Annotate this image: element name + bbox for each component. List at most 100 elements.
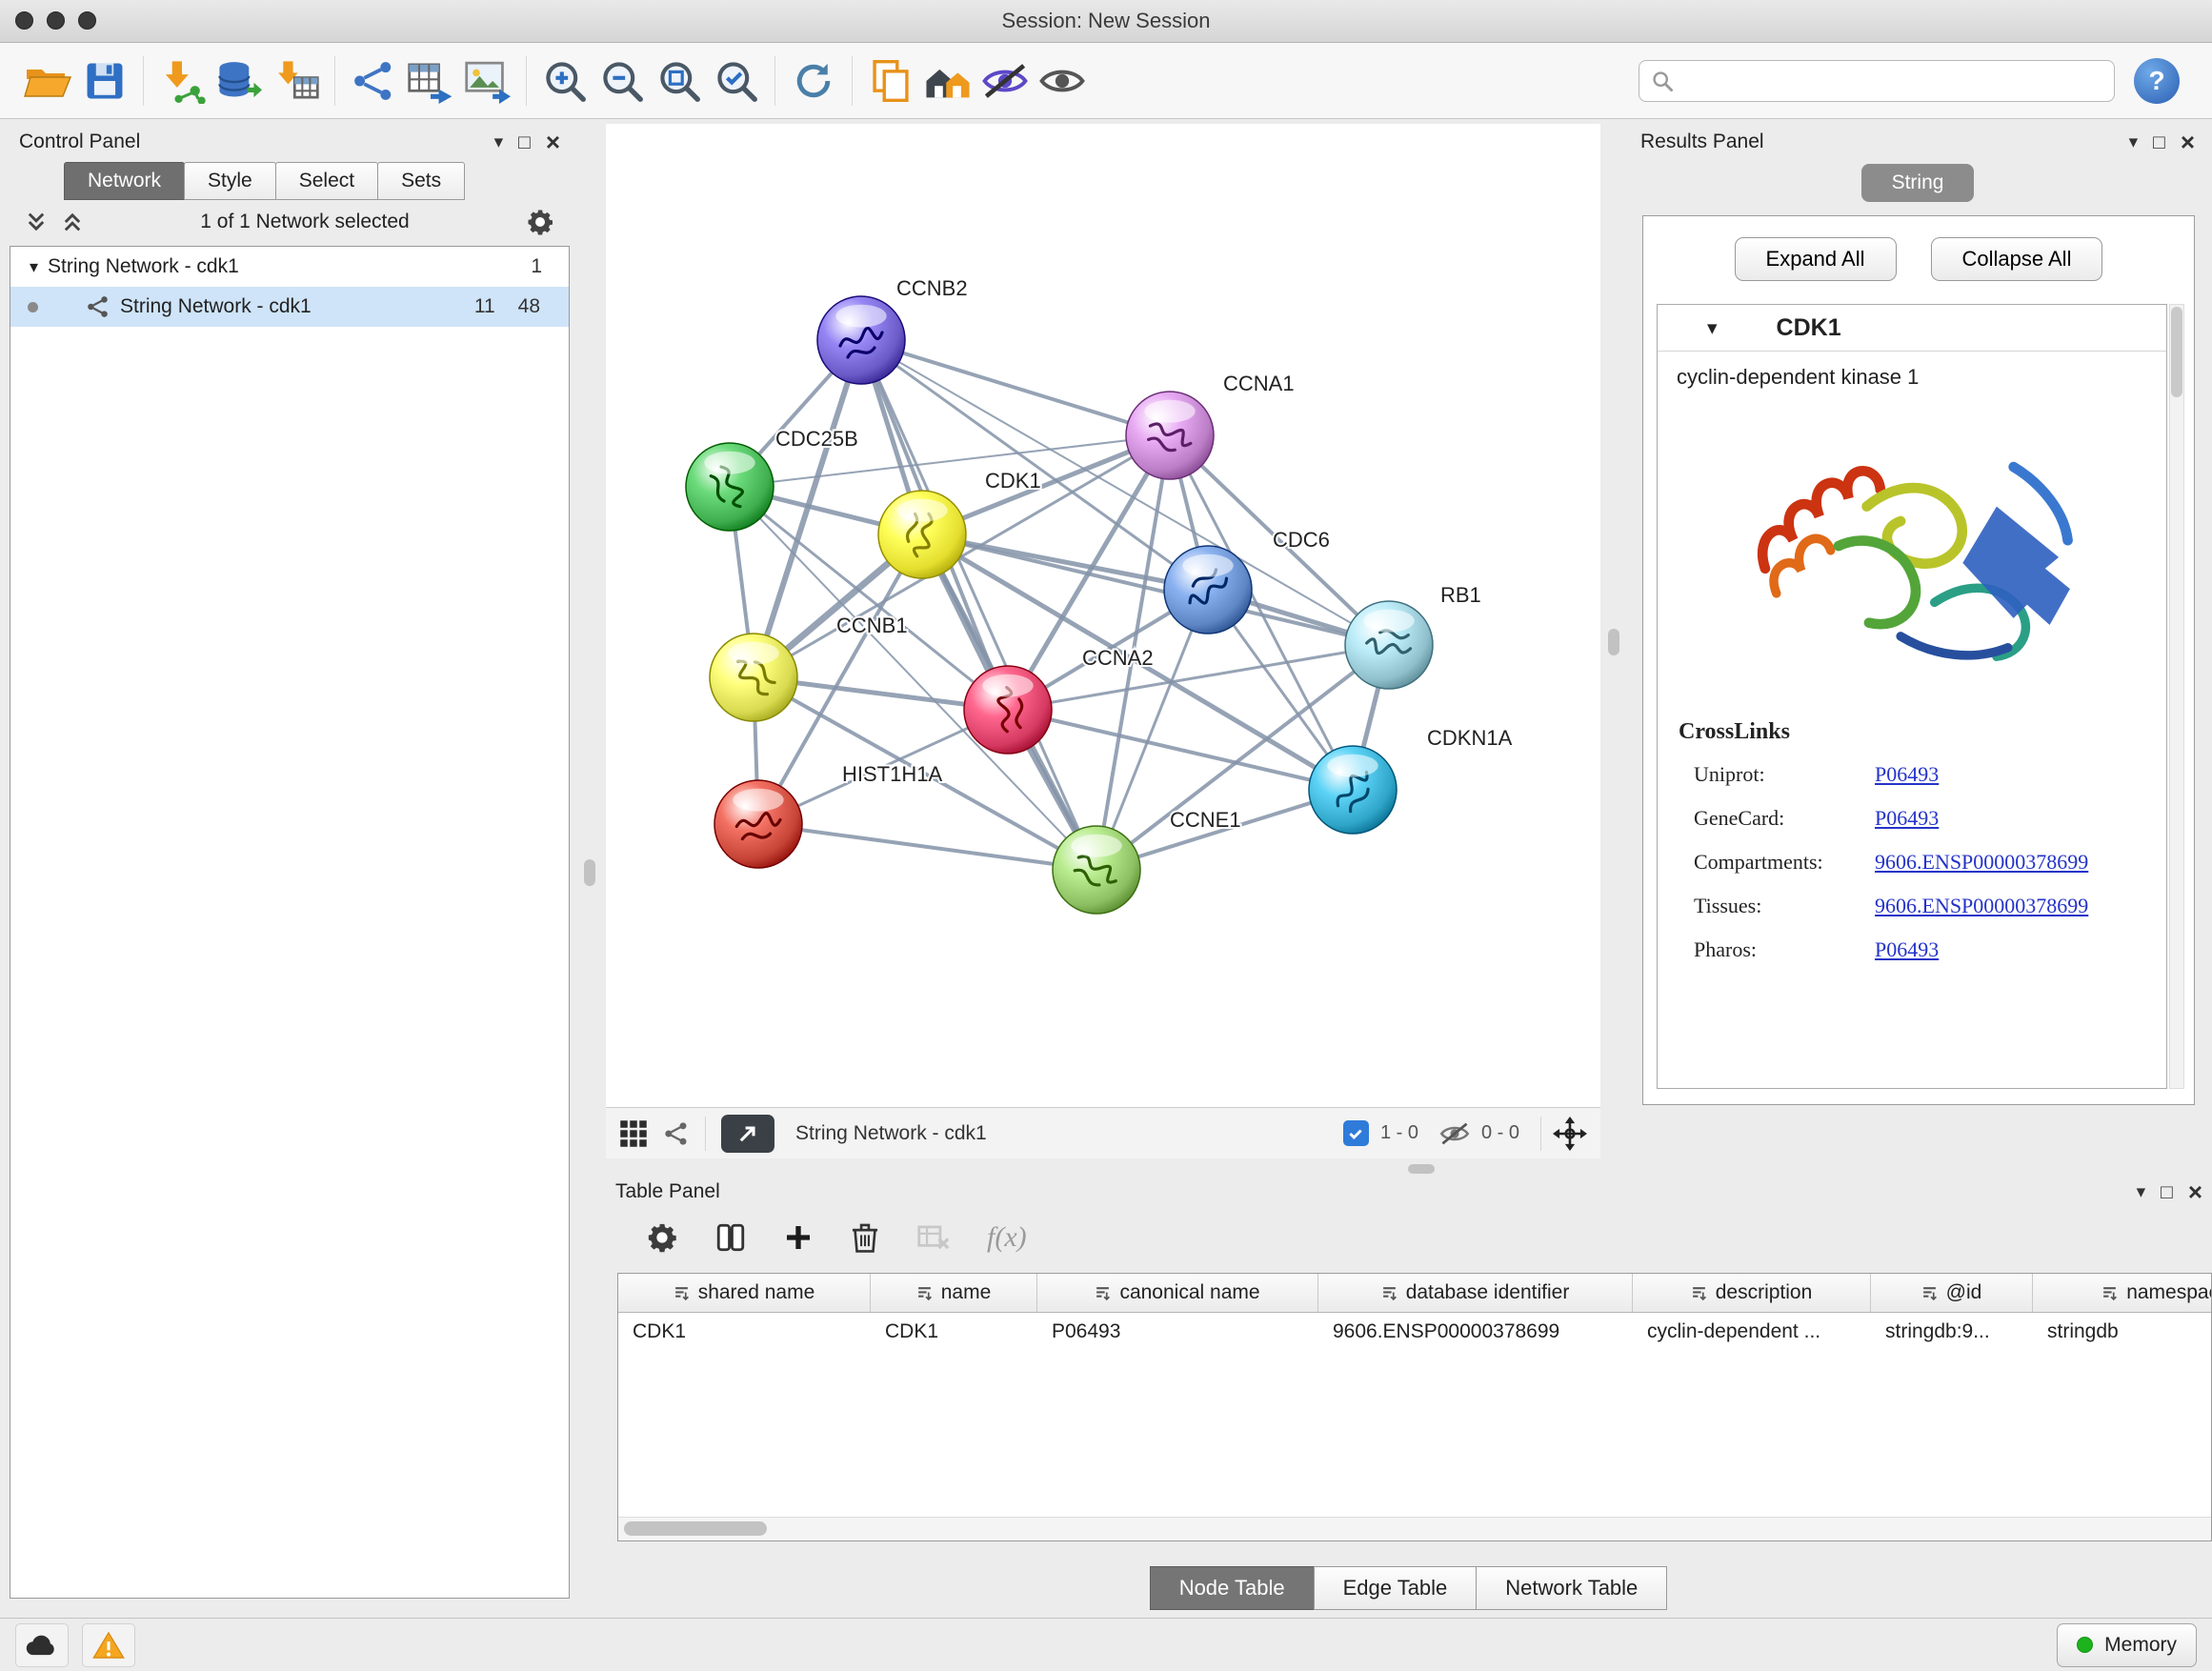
delete-trash-icon[interactable] — [850, 1221, 880, 1254]
column-header-name[interactable]: name — [871, 1274, 1037, 1312]
tab-sets[interactable]: Sets — [377, 162, 465, 200]
network-node-ccna2[interactable] — [964, 666, 1052, 754]
import-network-database-button[interactable] — [211, 52, 268, 110]
open-in-window-button[interactable] — [721, 1115, 774, 1153]
collapse-all-button[interactable]: Collapse All — [1931, 237, 2103, 281]
network-row[interactable]: String Network - cdk1 11 48 — [10, 287, 569, 327]
export-table-button[interactable] — [402, 52, 459, 110]
network-node-cdc25b[interactable] — [686, 443, 774, 531]
panel-maximize-icon[interactable]: □ — [2153, 132, 2165, 152]
window-zoom-button[interactable] — [78, 11, 96, 30]
crosslink-pharos-link[interactable]: P06493 — [1875, 937, 2166, 962]
network-canvas[interactable]: CCNB2CCNA1CDC25BCDK1CDC6RB1CCNB1CCNA2CDK… — [606, 124, 1600, 1107]
column-header-description[interactable]: description — [1633, 1274, 1871, 1312]
tab-network-table[interactable]: Network Table — [1476, 1566, 1667, 1610]
memory-button[interactable]: Memory — [2057, 1623, 2197, 1667]
column-header-namespace[interactable]: namespace — [2033, 1274, 2212, 1312]
network-edge[interactable] — [1008, 710, 1353, 790]
results-scrollbar[interactable] — [2169, 304, 2184, 1089]
panel-close-icon[interactable]: × — [2188, 1179, 2202, 1204]
network-node-cdkn1a[interactable] — [1309, 746, 1397, 834]
network-node-hist1h1a[interactable] — [714, 780, 802, 868]
results-tab-string[interactable]: String — [1861, 164, 1974, 202]
cell-description[interactable]: cyclin-dependent ... — [1633, 1313, 1871, 1351]
table-row[interactable]: CDK1 CDK1 P06493 9606.ENSP00000378699 cy… — [618, 1313, 2211, 1351]
help-button[interactable]: ? — [2134, 58, 2180, 104]
warnings-button[interactable] — [82, 1623, 135, 1667]
tab-select[interactable]: Select — [275, 162, 378, 200]
string-network-icon[interactable] — [663, 1120, 690, 1147]
network-node-ccnb1[interactable] — [710, 634, 797, 721]
window-minimize-button[interactable] — [47, 11, 65, 30]
zoom-selected-button[interactable] — [708, 52, 765, 110]
column-header-id[interactable]: @id — [1871, 1274, 2033, 1312]
cell-canonical-name[interactable]: P06493 — [1037, 1313, 1318, 1351]
network-node-ccnb2[interactable] — [817, 296, 905, 384]
table-horizontal-scrollbar[interactable] — [618, 1517, 2211, 1540]
cell-database-identifier[interactable]: 9606.ENSP00000378699 — [1318, 1313, 1633, 1351]
hide-button[interactable] — [976, 52, 1034, 110]
open-session-button[interactable] — [19, 52, 76, 110]
network-collection-row[interactable]: ▾ String Network - cdk1 1 — [10, 247, 569, 287]
export-image-button[interactable] — [459, 52, 516, 110]
network-node-cdc6[interactable] — [1164, 546, 1252, 634]
network-node-ccne1[interactable] — [1053, 826, 1140, 914]
column-header-database-identifier[interactable]: database identifier — [1318, 1274, 1633, 1312]
panel-maximize-icon[interactable]: □ — [2161, 1182, 2173, 1202]
collapse-all-icon[interactable] — [25, 211, 48, 233]
home-button[interactable] — [919, 52, 976, 110]
network-edge[interactable] — [861, 340, 1096, 870]
import-network-file-button[interactable] — [153, 52, 211, 110]
expand-all-icon[interactable] — [61, 211, 84, 233]
tab-edge-table[interactable]: Edge Table — [1314, 1566, 1478, 1610]
tab-network[interactable]: Network — [64, 162, 185, 200]
cloud-button[interactable] — [15, 1623, 69, 1667]
show-columns-icon[interactable] — [714, 1221, 747, 1254]
zoom-out-button[interactable] — [593, 52, 651, 110]
panel-close-icon[interactable]: × — [546, 130, 560, 154]
clone-network-button[interactable] — [345, 52, 402, 110]
cell-namespace[interactable]: stringdb — [2033, 1313, 2212, 1351]
section-expander-icon[interactable]: ▾ — [1707, 316, 1718, 340]
panel-maximize-icon[interactable]: □ — [518, 132, 531, 152]
expand-all-button[interactable]: Expand All — [1735, 237, 1897, 281]
add-column-plus-icon[interactable] — [783, 1222, 814, 1253]
network-node-ccna1[interactable] — [1126, 392, 1214, 479]
copy-button[interactable] — [862, 52, 919, 110]
network-edge[interactable] — [861, 340, 1389, 645]
column-header-canonical-name[interactable]: canonical name — [1037, 1274, 1318, 1312]
crosslink-tissues-link[interactable]: 9606.ENSP00000378699 — [1875, 894, 2166, 918]
splitter-handle[interactable] — [1408, 1164, 1435, 1174]
selected-checkbox[interactable] — [1343, 1120, 1369, 1146]
birdseye-grid-icon[interactable] — [619, 1119, 648, 1148]
tab-style[interactable]: Style — [184, 162, 276, 200]
splitter-handle[interactable] — [584, 859, 595, 886]
save-session-button[interactable] — [76, 52, 133, 110]
tree-expander-icon[interactable]: ▾ — [30, 257, 38, 277]
crosslink-uniprot-link[interactable]: P06493 — [1875, 762, 2166, 787]
cell-shared-name[interactable]: CDK1 — [618, 1313, 871, 1351]
show-button[interactable] — [1034, 52, 1091, 110]
panel-float-icon[interactable]: ▾ — [2137, 1183, 2146, 1201]
apply-layout-button[interactable] — [785, 52, 842, 110]
cell-name[interactable]: CDK1 — [871, 1313, 1037, 1351]
function-builder-button[interactable]: f(x) — [987, 1221, 1027, 1254]
hidden-eye-slash-icon[interactable] — [1439, 1121, 1470, 1146]
panel-float-icon[interactable]: ▾ — [2129, 133, 2139, 151]
panel-float-icon[interactable]: ▾ — [494, 133, 504, 151]
column-header-shared-name[interactable]: shared name — [618, 1274, 871, 1312]
search-input[interactable] — [1681, 69, 2102, 92]
network-node-cdk1[interactable] — [878, 491, 966, 578]
network-edge[interactable] — [758, 824, 1096, 870]
pan-move-icon[interactable] — [1553, 1117, 1587, 1151]
window-close-button[interactable] — [15, 11, 33, 30]
tab-node-table[interactable]: Node Table — [1150, 1566, 1315, 1610]
zoom-in-button[interactable] — [536, 52, 593, 110]
splitter-handle[interactable] — [1608, 629, 1619, 655]
gear-icon[interactable] — [526, 208, 554, 236]
import-table-button[interactable] — [268, 52, 325, 110]
panel-close-icon[interactable]: × — [2181, 130, 2195, 154]
table-settings-gear-icon[interactable] — [646, 1221, 678, 1254]
cell-id[interactable]: stringdb:9... — [1871, 1313, 2033, 1351]
crosslink-genecard-link[interactable]: P06493 — [1875, 806, 2166, 831]
